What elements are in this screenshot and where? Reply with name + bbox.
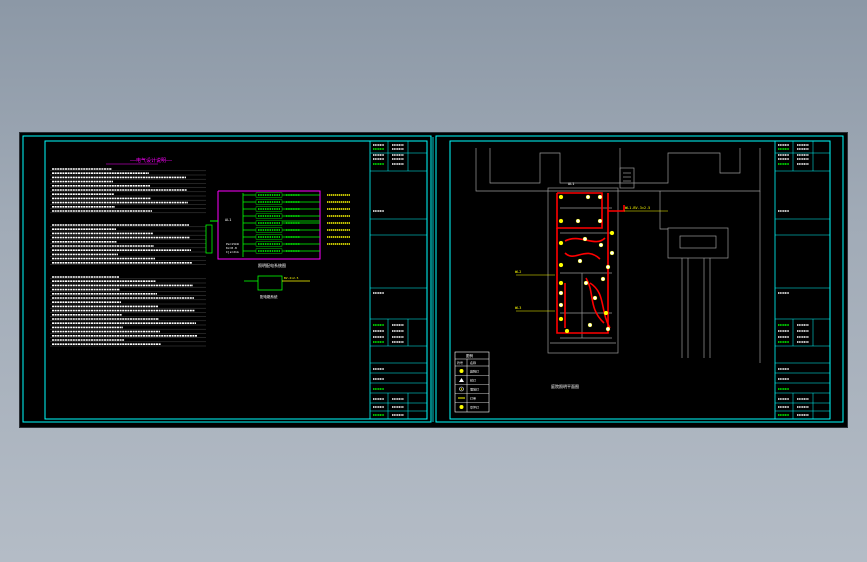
lamp-symbol	[558, 262, 564, 268]
lamp-symbol	[558, 218, 564, 224]
legend-col-symbol: 符号	[457, 360, 463, 365]
panel-note-3: Ijs=21A	[226, 250, 239, 254]
legend-name: 埋地灯	[470, 386, 479, 391]
panel-id-text: AL1	[225, 218, 231, 222]
circuit-breaker	[255, 248, 283, 254]
svg-text:WL2: WL2	[515, 270, 521, 274]
sheet-2-title-block	[774, 140, 831, 420]
lamp-symbol	[558, 290, 564, 296]
legend-icon-lamp	[459, 369, 464, 373]
distribution-schematic: AL1 Pe=15kW Kx=0.8 Ijs=21A 照明配电系统图 BV-2×…	[205, 190, 350, 299]
lighting-wiring	[556, 192, 625, 334]
legend-icon-spot-core	[460, 388, 463, 390]
lamp-symbol	[587, 322, 593, 328]
circuit-breaker	[255, 192, 283, 198]
notes-lines	[50, 168, 206, 347]
legend-row: 射灯	[455, 377, 489, 385]
sub-box-out-label: BV-2×2.5	[284, 276, 299, 280]
lamp-symbol	[598, 242, 604, 248]
lamp-symbol	[575, 218, 581, 224]
legend-icon-uplight	[459, 378, 464, 382]
lamp-symbol	[583, 280, 589, 286]
lamp-symbol	[609, 230, 615, 236]
legend-table: 图例 符号 名称 庭院灯射灯埋地灯灯带草坪灯	[454, 351, 490, 413]
lamp-symbol	[605, 326, 611, 332]
svg-text:WL1-BV-3×2.5: WL1-BV-3×2.5	[625, 206, 650, 210]
circuit-breaker	[255, 220, 283, 226]
plan-title: 庭院照明平面图	[551, 383, 579, 389]
legend-name: 灯带	[470, 395, 476, 400]
svg-text:WL3: WL3	[515, 306, 521, 310]
main-breaker	[205, 224, 213, 254]
notes-title: ——电气设计说明——	[130, 157, 173, 164]
lamp-symbol	[605, 264, 611, 270]
lamp-symbol	[603, 310, 609, 316]
lamp-symbol	[558, 316, 564, 322]
circuit-breaker	[255, 213, 283, 219]
circuit-breaker	[255, 199, 283, 205]
lamp-symbol	[564, 328, 570, 334]
schematic-label: 照明配电系统图	[258, 262, 286, 268]
sheet-1-title-block	[369, 140, 428, 420]
legend-row: 庭院灯	[455, 368, 489, 376]
legend-name: 射灯	[470, 377, 476, 382]
circuit-rows	[243, 192, 350, 254]
lamp-symbol	[577, 258, 583, 264]
legend-header: 图例	[466, 353, 474, 358]
legend-row: 埋地灯	[455, 386, 489, 394]
lamp-symbol	[558, 240, 564, 246]
lamp-symbol	[600, 276, 606, 282]
legend-label: 配电箱系统	[260, 294, 278, 299]
lamp-symbol	[558, 302, 564, 308]
lamp-symbol	[592, 295, 598, 301]
circuit-breaker	[255, 241, 283, 247]
svg-text:AL1: AL1	[568, 182, 574, 186]
lamp-symbol	[597, 218, 603, 224]
legend-name: 庭院灯	[470, 368, 479, 373]
lamp-symbol	[585, 194, 591, 200]
lamp-symbols	[558, 194, 615, 334]
legend-icon-lamp	[459, 405, 464, 409]
lamp-symbol	[609, 250, 615, 256]
sub-box-outline	[257, 275, 283, 291]
cad-drawing-canvas[interactable]: ——电气设计说明—— AL1 Pe=15kW Kx=0.8 Ijs=21A 照明…	[20, 133, 847, 427]
sheet-1[interactable]: ——电气设计说明—— AL1 Pe=15kW Kx=0.8 Ijs=21A 照明…	[22, 135, 432, 423]
circuit-breaker	[255, 234, 283, 240]
design-notes: ——电气设计说明——	[50, 157, 206, 347]
sheet-2[interactable]: WL1-BV-3×2.5 WL2 WL3 AL1 庭院照明平面图 图例 符号 名…	[435, 135, 844, 423]
legend-row: 草坪灯	[459, 404, 479, 409]
legend-row: 灯带	[455, 395, 489, 403]
lamp-symbol	[582, 236, 588, 242]
cad-viewport[interactable]: ——电气设计说明—— AL1 Pe=15kW Kx=0.8 Ijs=21A 照明…	[20, 133, 847, 427]
circuit-breaker	[255, 227, 283, 233]
legend-name: 草坪灯	[470, 404, 479, 409]
site-plan	[475, 148, 761, 363]
lamp-symbol	[597, 194, 603, 200]
lamp-symbol	[558, 194, 564, 200]
lamp-symbol	[558, 280, 564, 286]
legend-col-name: 名称	[470, 360, 476, 365]
circuit-breaker	[255, 206, 283, 212]
